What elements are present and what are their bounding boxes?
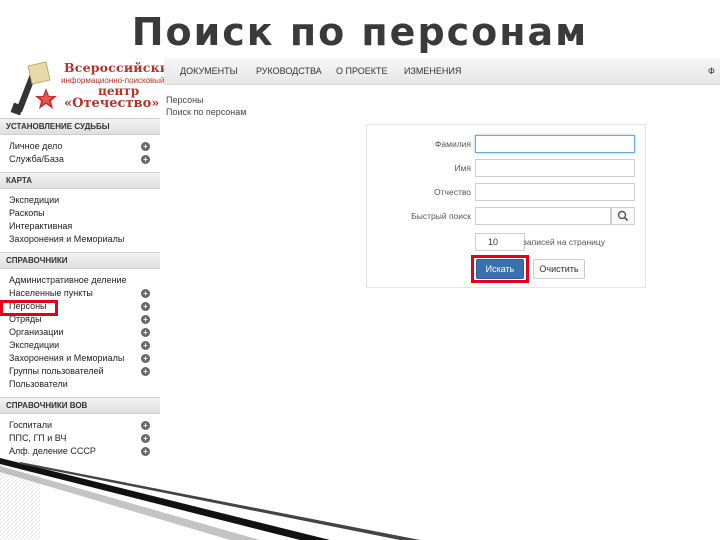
slide-title: Поиск по персонам (131, 10, 589, 54)
sidebar-item-excavations[interactable]: Раскопы (0, 207, 160, 220)
plus-circle-icon[interactable]: + (141, 155, 150, 164)
sidebar-section-references[interactable]: Справочники (0, 252, 160, 269)
sidebar-item-burials[interactable]: Захоронения и Мемориалы + (0, 352, 160, 365)
plus-circle-icon[interactable]: + (141, 434, 150, 443)
search-icon (617, 210, 629, 222)
sidebar-item-label: Служба/База (9, 154, 64, 164)
sidebar-section-map[interactable]: Карта (0, 172, 160, 189)
plus-circle-icon[interactable]: + (141, 302, 150, 311)
quick-search-button[interactable] (611, 207, 635, 225)
plus-circle-icon[interactable]: + (141, 328, 150, 337)
nav-about[interactable]: О проекте (336, 66, 388, 76)
breadcrumb: Персоны Поиск по персонам (166, 94, 246, 118)
sidebar-item-label: Интерактивная (9, 221, 73, 231)
breadcrumb-persons[interactable]: Персоны (166, 94, 246, 106)
sidebar-item-label: Захоронения и Мемориалы (9, 234, 125, 244)
sidebar-item-label: Административное деление (9, 275, 127, 285)
highlight-persons-box (0, 300, 58, 316)
logo-line-4: «Отечество» (64, 96, 160, 111)
nav-manuals[interactable]: Руководства (256, 66, 322, 76)
sidebar-item-personal-file[interactable]: Личное дело + (0, 140, 160, 153)
plus-circle-icon[interactable]: + (141, 142, 150, 151)
sidebar-item-users[interactable]: Пользователи (0, 378, 160, 391)
plus-circle-icon[interactable]: + (141, 367, 150, 376)
plus-circle-icon[interactable]: + (141, 289, 150, 298)
logo-line-1: Всероссийский (64, 60, 179, 75)
highlight-search-button-box (471, 255, 529, 283)
top-navigation: Документы Руководства О проекте Изменени… (164, 58, 720, 85)
quick-search-input[interactable] (475, 207, 611, 225)
sidebar-item-label: Населенные пункты (9, 288, 93, 298)
sidebar-item-label: Алф. деление СССР (9, 446, 96, 456)
patronymic-input[interactable] (475, 183, 635, 201)
sidebar-item-label: Экспедиции (9, 195, 60, 205)
sidebar-item-label: Раскопы (9, 208, 45, 218)
sidebar-item-expeditions-map[interactable]: Экспедиции (0, 194, 160, 207)
sidebar-item-expeditions[interactable]: Экспедиции + (0, 339, 160, 352)
label-patronymic: Отчество (434, 187, 471, 197)
sidebar-item-pps[interactable]: ППС, ГП и ВЧ + (0, 432, 160, 445)
sidebar-item-label: Госпитали (9, 420, 52, 430)
per-page-label: записей на страницу (523, 237, 606, 247)
plus-circle-icon[interactable]: + (141, 421, 150, 430)
sidebar-item-label: Группы пользователей (9, 366, 104, 376)
nav-changes[interactable]: Изменения (404, 66, 461, 76)
sidebar-item-burials-map[interactable]: Захоронения и Мемориалы (0, 233, 160, 246)
plus-circle-icon[interactable]: + (141, 354, 150, 363)
plus-circle-icon[interactable]: + (141, 341, 150, 350)
per-page-select[interactable]: 10 (475, 233, 525, 251)
site-logo[interactable]: Всероссийский информационно-поисковый це… (6, 58, 179, 118)
logo-emblem-icon (10, 61, 57, 116)
slide-decoration (0, 458, 420, 540)
sidebar-item-label: Организации (9, 327, 64, 337)
plus-circle-icon[interactable]: + (141, 447, 150, 456)
last-name-input[interactable] (475, 135, 635, 153)
label-first-name: Имя (454, 163, 471, 173)
sidebar-item-label: Захоронения и Мемориалы (9, 353, 125, 363)
breadcrumb-current: Поиск по персонам (166, 107, 247, 117)
first-name-input[interactable] (475, 159, 635, 177)
label-quick-search: Быстрый поиск (411, 211, 471, 221)
clear-button[interactable]: Очистить (533, 259, 585, 279)
sidebar-item-user-groups[interactable]: Группы пользователей + (0, 365, 160, 378)
sidebar-item-label: Личное дело (9, 141, 63, 151)
nav-overflow[interactable]: Ф (708, 66, 715, 76)
sidebar-item-label: ППС, ГП и ВЧ (9, 433, 67, 443)
sidebar-item-label: Экспедиции (9, 340, 60, 350)
sidebar-section-fate[interactable]: Установление судьбы (0, 118, 160, 135)
nav-documents[interactable]: Документы (180, 66, 238, 76)
label-last-name: Фамилия (434, 139, 471, 149)
sidebar-item-service-base[interactable]: Служба/База + (0, 153, 160, 166)
sidebar: Установление судьбы Личное дело + Служба/… (0, 118, 160, 464)
sidebar-item-label: Пользователи (9, 379, 68, 389)
plus-circle-icon[interactable]: + (141, 315, 150, 324)
sidebar-item-hospitals[interactable]: Госпитали + (0, 419, 160, 432)
sidebar-item-interactive[interactable]: Интерактивная (0, 220, 160, 233)
sidebar-item-admin-division[interactable]: Административное деление (0, 274, 160, 287)
sidebar-item-organizations[interactable]: Организации + (0, 326, 160, 339)
screenshot: Всероссийский информационно-поисковый це… (0, 56, 720, 466)
sidebar-section-ww2[interactable]: Справочники ВОВ (0, 397, 160, 414)
sidebar-item-settlements[interactable]: Населенные пункты + (0, 287, 160, 300)
